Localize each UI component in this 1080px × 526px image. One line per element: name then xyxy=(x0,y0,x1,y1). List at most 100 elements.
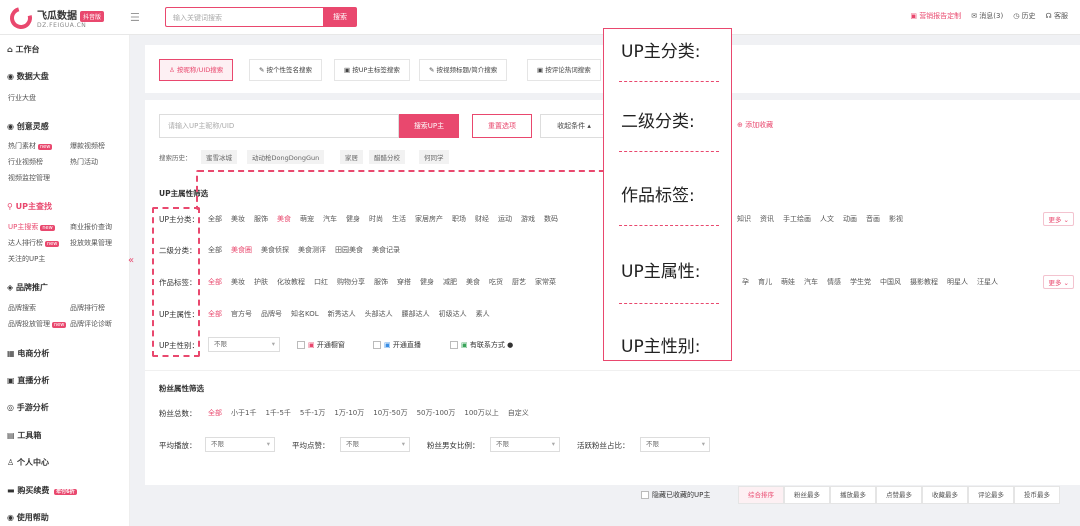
option[interactable]: 口红 xyxy=(314,277,328,287)
option[interactable]: 游戏 xyxy=(521,214,535,224)
sidebar-item-industry[interactable]: 行业大盘 xyxy=(8,93,36,103)
sidebar-item-brand-search[interactable]: 品牌搜索 xyxy=(8,303,36,313)
option[interactable]: 萌宠 xyxy=(300,214,314,224)
option[interactable]: 职场 xyxy=(452,214,466,224)
option[interactable]: 吃货 xyxy=(489,277,503,287)
option[interactable]: 全部 xyxy=(208,214,222,224)
sort-button[interactable]: 粉丝最多 xyxy=(784,486,830,504)
sidebar-item-brand-review[interactable]: 品牌评论诊断 xyxy=(70,319,112,329)
sidebar-up-search[interactable]: ⚲ UP主查找 xyxy=(7,201,52,212)
option[interactable]: 萌娃 xyxy=(781,277,795,287)
option[interactable]: 汽车 xyxy=(804,277,818,287)
history-chip[interactable]: 何同学 xyxy=(419,150,449,164)
sort-button[interactable]: 评论最多 xyxy=(968,486,1014,504)
sidebar-item-ranking[interactable]: 达人排行榜 new xyxy=(8,238,60,248)
sidebar-item-hot-activity[interactable]: 热门活动 xyxy=(70,157,98,167)
sidebar-item-ad-effect[interactable]: 投放效果管理 xyxy=(70,238,112,248)
option[interactable]: 化妆教程 xyxy=(277,277,305,287)
history-link[interactable]: ◷ 历史 xyxy=(1013,11,1035,21)
option[interactable]: 生活 xyxy=(392,214,406,224)
avg-play-select[interactable]: 不限 xyxy=(205,437,275,452)
contact-checkbox[interactable]: ▣ 有联系方式 ● xyxy=(450,340,513,350)
tab-video-title[interactable]: ✎ 按视频标题/简介搜索 xyxy=(419,59,508,81)
sidebar-item-ad-video[interactable]: 爆款视频榜 xyxy=(70,141,105,151)
option[interactable]: 自定义 xyxy=(508,408,529,418)
option-selected[interactable]: 美食 xyxy=(277,214,291,224)
sort-button[interactable]: 收藏最多 xyxy=(922,486,968,504)
option[interactable]: 明星人 xyxy=(947,277,968,287)
option[interactable]: 素人 xyxy=(476,309,490,319)
option[interactable]: 100万以上 xyxy=(464,408,498,418)
option[interactable]: 小于1千 xyxy=(231,408,256,418)
history-chip[interactable]: 家居 xyxy=(340,150,363,164)
option[interactable]: 美食侦探 xyxy=(261,245,289,255)
option[interactable]: 5千-1万 xyxy=(300,408,325,418)
option[interactable]: 家常菜 xyxy=(535,277,556,287)
option[interactable]: 家居房产 xyxy=(415,214,443,224)
option-selected[interactable]: 全部 xyxy=(208,277,222,287)
sidebar-workbench[interactable]: ⌂ 工作台 xyxy=(7,44,40,55)
option[interactable]: 美食 xyxy=(466,277,480,287)
option[interactable]: 美妆 xyxy=(231,214,245,224)
sidebar-dashboard[interactable]: ◉ 数据大盘 xyxy=(7,71,49,82)
option[interactable]: 1千-5千 xyxy=(265,408,290,418)
gender-ratio-select[interactable]: 不限 xyxy=(490,437,560,452)
option[interactable]: 资讯 xyxy=(760,214,774,224)
option[interactable]: 时尚 xyxy=(369,214,383,224)
option[interactable]: 厨艺 xyxy=(512,277,526,287)
option[interactable]: 官方号 xyxy=(231,309,252,319)
tags-more-button[interactable]: 更多 ⌄ xyxy=(1043,275,1074,289)
option[interactable]: 品牌号 xyxy=(261,309,282,319)
option[interactable]: 影视 xyxy=(889,214,903,224)
option[interactable]: 健身 xyxy=(420,277,434,287)
menu-toggle-icon[interactable]: ☰ xyxy=(130,11,140,24)
live-checkbox[interactable]: ▣ 开通直播 xyxy=(373,340,421,350)
top-search-input[interactable]: 输入关键词搜索 xyxy=(165,7,323,27)
option[interactable]: 汽车 xyxy=(323,214,337,224)
option[interactable]: 头部达人 xyxy=(365,309,393,319)
option[interactable]: 手工绘画 xyxy=(783,214,811,224)
tab-tags[interactable]: ▣ 按UP主标签搜索 xyxy=(334,59,410,81)
option-selected[interactable]: 全部 xyxy=(208,309,222,319)
sort-button[interactable]: 投币最多 xyxy=(1014,486,1060,504)
option[interactable]: 服饰 xyxy=(254,214,268,224)
sidebar-item-video-monitor[interactable]: 视频监控管理 xyxy=(8,173,50,183)
reset-button[interactable]: 重置选项 xyxy=(472,114,532,138)
option[interactable]: 美妆 xyxy=(231,277,245,287)
category-more-button[interactable]: 更多 ⌄ xyxy=(1043,212,1074,226)
sidebar-item-brand-ranking[interactable]: 品牌排行榜 xyxy=(70,303,105,313)
sidebar-creative[interactable]: ◉ 创意灵感 xyxy=(7,121,49,132)
sort-button[interactable]: 点赞最多 xyxy=(876,486,922,504)
option[interactable]: 知名KOL xyxy=(291,309,319,319)
sidebar-item-industry-video[interactable]: 行业视频榜 xyxy=(8,157,43,167)
option[interactable]: 50万-100万 xyxy=(417,408,456,418)
option[interactable]: 汪星人 xyxy=(977,277,998,287)
option[interactable]: 人文 xyxy=(820,214,834,224)
tab-signature[interactable]: ✎ 按个性签名搜索 xyxy=(249,59,323,81)
sort-button[interactable]: 综合排序 xyxy=(738,486,784,504)
collapse-sidebar-icon[interactable]: « xyxy=(128,255,134,266)
avg-like-select[interactable]: 不限 xyxy=(340,437,410,452)
sidebar-item-follow-up[interactable]: 关注的UP主 xyxy=(8,254,45,264)
sidebar-item-business-quote[interactable]: 商业报价查询 xyxy=(70,222,112,232)
option[interactable]: 1万-10万 xyxy=(334,408,364,418)
sidebar-toolbox[interactable]: ▤ 工具箱 xyxy=(7,430,41,441)
option[interactable]: 服饰 xyxy=(374,277,388,287)
option[interactable]: 情感 xyxy=(827,277,841,287)
sidebar-live[interactable]: ▣ 直播分析 xyxy=(7,375,49,386)
option[interactable]: 初级达人 xyxy=(439,309,467,319)
collapse-conditions-button[interactable]: 收起条件 ▴ xyxy=(540,114,608,138)
option-selected[interactable]: 全部 xyxy=(208,408,222,418)
option-selected[interactable]: 美食圈 xyxy=(231,245,252,255)
option[interactable]: 新秀达人 xyxy=(328,309,356,319)
option[interactable]: 穿搭 xyxy=(397,277,411,287)
option[interactable]: 财经 xyxy=(475,214,489,224)
option[interactable]: 田园美食 xyxy=(335,245,363,255)
option[interactable]: 美食记录 xyxy=(372,245,400,255)
sidebar-item-brand-ad[interactable]: 品牌投放管理 new xyxy=(8,319,67,329)
sort-button[interactable]: 播放最多 xyxy=(830,486,876,504)
sidebar-item-up-search[interactable]: UP主搜索 new xyxy=(8,222,55,232)
option[interactable]: 学生党 xyxy=(850,277,871,287)
window-checkbox[interactable]: ▣ 开通橱窗 xyxy=(297,340,345,350)
logo[interactable]: 飞瓜数据 抖音版 DZ.FEIGUA.CN xyxy=(5,2,105,34)
